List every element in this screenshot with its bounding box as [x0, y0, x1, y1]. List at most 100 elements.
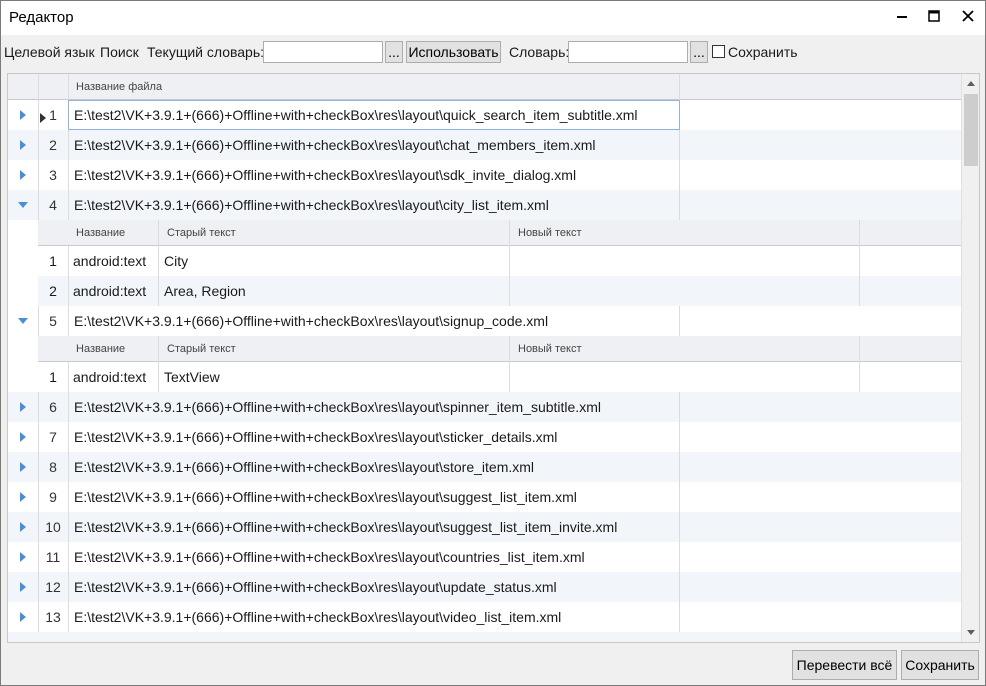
use-button[interactable]: Использовать — [406, 41, 501, 63]
file-name-cell[interactable]: E:\test2\VK+3.9.1+(666)+Offline+with+che… — [68, 306, 680, 336]
row-index: 11 — [45, 549, 61, 565]
new-text-column-header[interactable]: Новый текст — [510, 220, 582, 246]
new-text-column-header[interactable]: Новый текст — [510, 336, 582, 362]
browse-current-dictionary-button[interactable]: ... — [385, 41, 403, 63]
expand-row-button[interactable] — [8, 100, 38, 130]
file-row-partial — [8, 632, 961, 642]
new-text-cell[interactable] — [510, 362, 859, 392]
collapse-row-button[interactable] — [8, 306, 38, 336]
chevron-right-icon — [20, 402, 26, 412]
minimize-button[interactable] — [885, 1, 919, 31]
file-row[interactable]: 11 E:\test2\VK+3.9.1+(666)+Offline+with+c… — [8, 542, 961, 572]
dictionary-label: Словарь: — [509, 44, 570, 60]
file-row[interactable]: 13 E:\test2\VK+3.9.1+(666)+Offline+with+c… — [8, 602, 961, 632]
expand-row-button[interactable] — [8, 542, 38, 572]
scroll-down-button[interactable] — [962, 624, 979, 642]
new-text-cell[interactable] — [510, 276, 859, 306]
browse-dictionary-button[interactable]: ... — [690, 41, 708, 63]
window-title: Редактор — [9, 9, 74, 26]
row-index: 8 — [49, 459, 57, 475]
file-row[interactable]: 4 E:\test2\VK+3.9.1+(666)+Offline+with+ch… — [8, 190, 961, 220]
maximize-button[interactable] — [917, 1, 951, 31]
old-text-cell: Area, Region — [164, 283, 246, 299]
search-menu[interactable]: Поиск — [100, 44, 139, 60]
file-name-cell[interactable]: E:\test2\VK+3.9.1+(666)+Offline+with+che… — [68, 422, 680, 452]
file-row[interactable]: 10 E:\test2\VK+3.9.1+(666)+Offline+with+c… — [8, 512, 961, 542]
chevron-right-icon — [20, 612, 26, 622]
expand-row-button[interactable] — [8, 452, 38, 482]
chevron-right-icon — [20, 140, 26, 150]
editor-window: Редактор Целевой язык Поиск Текущий слов… — [0, 0, 986, 686]
close-button[interactable] — [951, 1, 985, 31]
file-row[interactable]: 7 E:\test2\VK+3.9.1+(666)+Offline+with+ch… — [8, 422, 961, 452]
new-text-cell[interactable] — [510, 246, 859, 276]
target-language-menu[interactable]: Целевой язык — [4, 44, 95, 60]
scrollbar-thumb[interactable] — [964, 94, 978, 166]
file-name-cell[interactable]: E:\test2\VK+3.9.1+(666)+Offline+with+che… — [68, 160, 680, 190]
file-row[interactable]: 1 E:\test2\VK+3.9.1+(666)+Offline+with+ch… — [8, 100, 961, 130]
file-name-cell[interactable]: E:\test2\VK+3.9.1+(666)+Offline+with+che… — [68, 100, 680, 130]
chevron-right-icon — [20, 522, 26, 532]
save-checkbox[interactable] — [712, 45, 725, 58]
dictionary-input[interactable] — [568, 41, 688, 63]
file-row[interactable]: 12 E:\test2\VK+3.9.1+(666)+Offline+with+c… — [8, 572, 961, 602]
detail-row[interactable]: 1 android:text TextView — [38, 362, 961, 392]
expand-row-button[interactable] — [8, 512, 38, 542]
name-column-header[interactable]: Название — [68, 220, 125, 246]
file-name-cell[interactable]: E:\test2\VK+3.9.1+(666)+Offline+with+che… — [68, 602, 680, 632]
scroll-up-button[interactable] — [962, 74, 979, 92]
old-text-cell: City — [164, 253, 189, 269]
file-name-cell[interactable]: E:\test2\VK+3.9.1+(666)+Offline+with+che… — [68, 392, 680, 422]
row-index: 3 — [49, 167, 57, 183]
old-text-column-header[interactable]: Старый текст — [159, 336, 236, 362]
chevron-right-icon — [20, 492, 26, 502]
current-dictionary-label: Текущий словарь: — [147, 44, 265, 60]
file-row[interactable]: 3 E:\test2\VK+3.9.1+(666)+Offline+with+ch… — [8, 160, 961, 190]
translate-all-button[interactable]: Перевести всё — [792, 650, 897, 680]
file-name-cell[interactable]: E:\test2\VK+3.9.1+(666)+Offline+with+che… — [68, 542, 680, 572]
vertical-scrollbar[interactable] — [961, 74, 979, 642]
file-name-cell[interactable]: E:\test2\VK+3.9.1+(666)+Offline+with+che… — [68, 130, 680, 160]
detail-row[interactable]: 1 android:text City — [38, 246, 961, 276]
file-name-cell[interactable]: E:\test2\VK+3.9.1+(666)+Offline+with+che… — [68, 512, 680, 542]
expand-row-button[interactable] — [8, 422, 38, 452]
file-name-cell[interactable]: E:\test2\VK+3.9.1+(666)+Offline+with+che… — [68, 452, 680, 482]
file-row[interactable]: 9 E:\test2\VK+3.9.1+(666)+Offline+with+ch… — [8, 482, 961, 512]
file-row[interactable]: 8 E:\test2\VK+3.9.1+(666)+Offline+with+ch… — [8, 452, 961, 482]
file-row[interactable]: 2 E:\test2\VK+3.9.1+(666)+Offline+with+ch… — [8, 130, 961, 160]
name-column-header[interactable]: Название — [68, 336, 125, 362]
detail-name-cell: android:text — [73, 283, 147, 299]
row-index: 10 — [45, 519, 61, 535]
expand-row-button[interactable] — [8, 602, 38, 632]
chevron-right-icon — [20, 552, 26, 562]
files-grid: Название файла 1 E:\test2\VK+3.9.1+(666)+… — [7, 73, 980, 643]
expand-row-button[interactable] — [8, 482, 38, 512]
scroll-down-icon — [967, 630, 975, 635]
file-column-header[interactable]: Название файла — [68, 74, 162, 100]
old-text-column-header[interactable]: Старый текст — [159, 220, 236, 246]
row-index: 5 — [49, 313, 57, 329]
expand-row-button[interactable] — [8, 160, 38, 190]
chevron-right-icon — [20, 432, 26, 442]
grid-header: Название файла — [8, 74, 961, 100]
minimize-icon — [897, 16, 907, 18]
maximize-icon — [928, 10, 940, 22]
current-dictionary-input[interactable] — [263, 41, 383, 63]
current-row-marker-icon — [40, 110, 46, 126]
collapse-row-button[interactable] — [8, 190, 38, 220]
save-button[interactable]: Сохранить — [901, 650, 979, 680]
file-name-cell[interactable]: E:\test2\VK+3.9.1+(666)+Offline+with+che… — [68, 572, 680, 602]
save-checkbox-label: Сохранить — [728, 44, 798, 60]
row-index: 2 — [49, 137, 57, 153]
scroll-up-icon — [967, 81, 975, 86]
file-row[interactable]: 5 E:\test2\VK+3.9.1+(666)+Offline+with+ch… — [8, 306, 961, 336]
file-name-cell[interactable]: E:\test2\VK+3.9.1+(666)+Offline+with+che… — [68, 190, 680, 220]
expand-row-button[interactable] — [8, 130, 38, 160]
file-name-cell[interactable]: E:\test2\VK+3.9.1+(666)+Offline+with+che… — [68, 482, 680, 512]
expand-row-button[interactable] — [8, 392, 38, 422]
file-row[interactable]: 6 E:\test2\VK+3.9.1+(666)+Offline+with+ch… — [8, 392, 961, 422]
detail-row[interactable]: 2 android:text Area, Region — [38, 276, 961, 306]
expand-row-button[interactable] — [8, 572, 38, 602]
row-index: 7 — [49, 429, 57, 445]
chevron-down-icon — [18, 202, 28, 208]
